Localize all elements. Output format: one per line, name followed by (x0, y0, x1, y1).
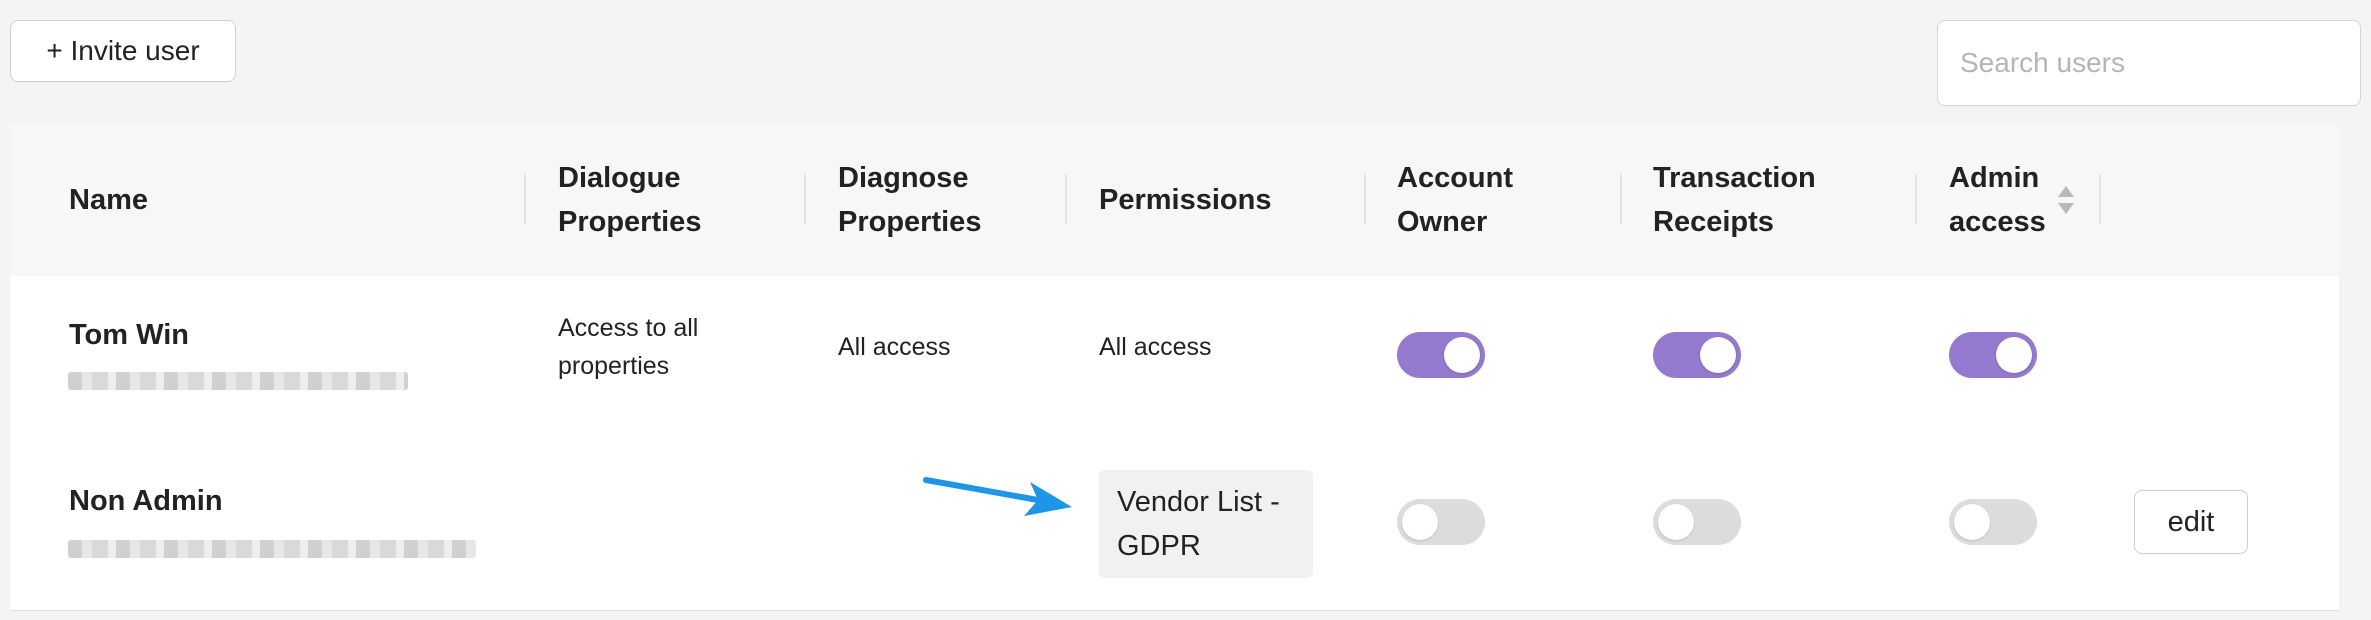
toggle-knob (1402, 504, 1438, 540)
account-owner-toggle[interactable] (1397, 499, 1485, 545)
account-owner-toggle[interactable] (1397, 332, 1485, 378)
admin-access-toggle[interactable] (1949, 332, 2037, 378)
header-diagnose-properties[interactable]: Diagnose Properties (838, 124, 981, 276)
header-permissions[interactable]: Permissions (1099, 124, 1271, 276)
diagnose-properties-value: All access (838, 333, 951, 361)
user-name: Tom Win (69, 319, 190, 351)
table-row: Non Admin Vendor List - GDPR edit (10, 436, 2339, 611)
column-divider[interactable] (804, 174, 806, 224)
toggle-knob (1444, 337, 1480, 373)
column-divider[interactable] (524, 174, 526, 224)
edit-button[interactable]: edit (2134, 490, 2248, 554)
column-divider[interactable] (1915, 174, 1917, 224)
search-input[interactable] (1937, 20, 2361, 106)
dialogue-properties-value: Access to all properties (558, 314, 699, 380)
transaction-receipts-toggle[interactable] (1653, 332, 1741, 378)
column-divider[interactable] (1620, 174, 1622, 224)
table-row: Tom Win Access to all properties All acc… (10, 276, 2339, 437)
column-divider[interactable] (2099, 174, 2101, 224)
header-admin-access[interactable]: Admin access (1949, 124, 2046, 276)
header-name[interactable]: Name (69, 124, 148, 276)
table-header: Name Dialogue Properties Diagnose Proper… (10, 124, 2339, 277)
transaction-receipts-toggle[interactable] (1653, 499, 1741, 545)
column-divider[interactable] (1364, 174, 1366, 224)
toggle-knob (1700, 337, 1736, 373)
toggle-knob (1954, 504, 1990, 540)
invite-user-button[interactable]: + Invite user (10, 20, 236, 82)
header-transaction-receipts[interactable]: Transaction Receipts (1653, 124, 1816, 276)
sort-icon[interactable] (2056, 184, 2076, 216)
permissions-value: All access (1099, 333, 1212, 361)
user-email-redacted (68, 540, 476, 558)
permissions-chip[interactable]: Vendor List - GDPR (1099, 470, 1313, 578)
arrow-icon (923, 477, 1072, 516)
header-dialogue-properties[interactable]: Dialogue Properties (558, 124, 701, 276)
toggle-knob (1996, 337, 2032, 373)
user-name: Non Admin (69, 485, 223, 517)
user-email-redacted (68, 372, 408, 390)
column-divider[interactable] (1065, 174, 1067, 224)
toggle-knob (1658, 504, 1694, 540)
users-table: Name Dialogue Properties Diagnose Proper… (10, 124, 2339, 611)
header-account-owner[interactable]: Account Owner (1397, 124, 1513, 276)
admin-access-toggle[interactable] (1949, 499, 2037, 545)
